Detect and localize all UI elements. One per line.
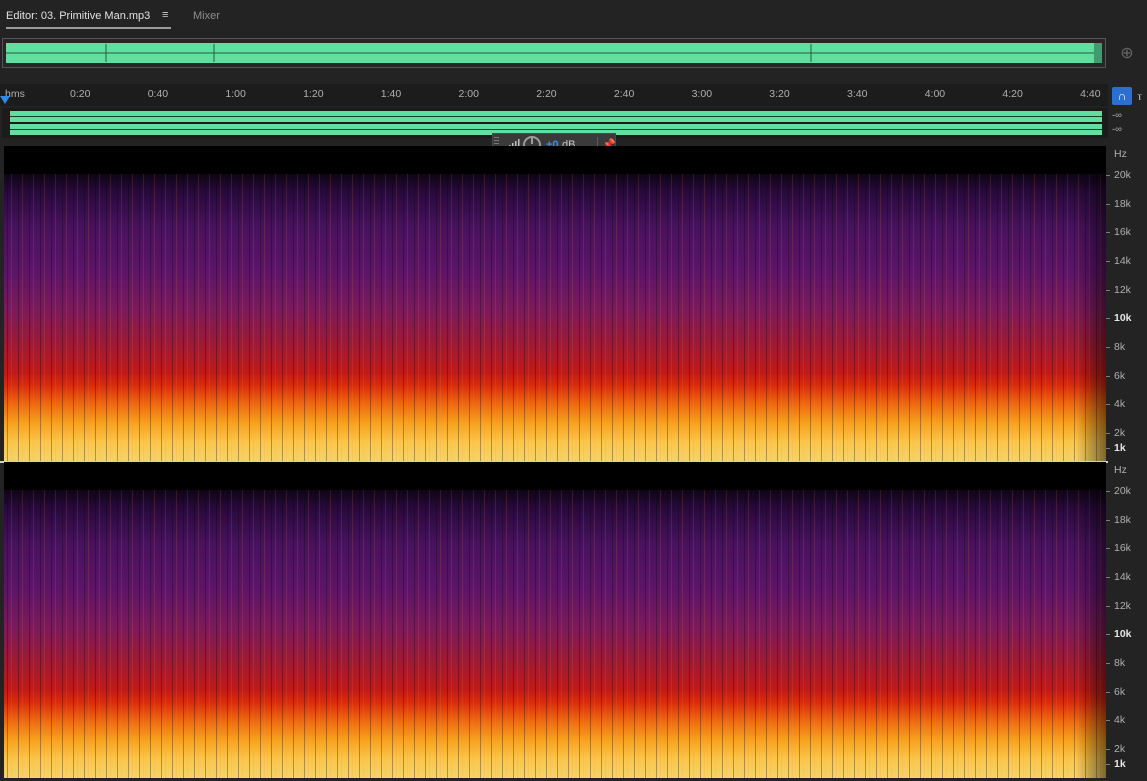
zoom-navigator-icon[interactable]: ⊕ — [1117, 43, 1137, 63]
waveform-channel-left — [10, 111, 1102, 122]
frequency-axis-unit: Hz — [1114, 464, 1127, 476]
ruler-tick-label: 1:40 — [380, 88, 402, 100]
active-tab-indicator — [6, 27, 171, 29]
frequency-tick-label: 20k — [1114, 485, 1131, 497]
frequency-tick-label: 1k — [1114, 758, 1126, 770]
frequency-tick-mark — [1106, 404, 1110, 405]
playhead-icon[interactable] — [0, 96, 10, 104]
hamburger-menu-icon[interactable]: ≡ — [162, 10, 172, 21]
frequency-tick-label: 12k — [1114, 284, 1131, 296]
frequency-tick-mark — [1106, 204, 1110, 205]
frequency-tick-mark — [1106, 520, 1110, 521]
tab-mixer[interactable]: Mixer — [193, 10, 220, 22]
frequency-axis-unit: Hz — [1114, 148, 1127, 160]
frequency-tick-mark — [1106, 606, 1110, 607]
frequency-axis-right — [1108, 462, 1147, 778]
frequency-tick-label: 8k — [1114, 341, 1126, 353]
frequency-axis-left — [1108, 146, 1147, 461]
ruler-tick-label: 3:40 — [847, 88, 868, 100]
frequency-tick-mark — [1106, 376, 1110, 377]
frequency-tick-label: 16k — [1114, 226, 1131, 238]
frequency-tick-label: 18k — [1114, 514, 1131, 526]
ruler-tick-label: 4:40 — [1080, 88, 1101, 100]
frequency-tick-label: 1k — [1114, 442, 1126, 454]
frequency-tick-mark — [1106, 548, 1110, 549]
spectral-display-left[interactable] — [4, 146, 1106, 461]
frequency-tick-label: 6k — [1114, 370, 1126, 382]
frequency-tick-mark — [1106, 577, 1110, 578]
frequency-tick-label: 8k — [1114, 657, 1126, 669]
frequency-tick-label: 10k — [1114, 312, 1132, 324]
magnet-snap-icon[interactable]: ∩ — [1112, 87, 1132, 105]
channel-level-right: -∞ — [1112, 124, 1122, 135]
frequency-tick-label: 4k — [1114, 714, 1126, 726]
spectral-display-right[interactable] — [4, 462, 1106, 778]
tab-editor[interactable]: Editor: 03. Primitive Man.mp3 — [6, 10, 150, 22]
frequency-tick-mark — [1106, 261, 1110, 262]
frequency-tick-mark — [1106, 175, 1110, 176]
ruler-tick-label: 1:20 — [303, 88, 324, 100]
frequency-tick-label: 10k — [1114, 628, 1132, 640]
ruler-tick-label: 2:20 — [536, 88, 557, 100]
frequency-tick-mark — [1106, 720, 1110, 721]
ruler-tick-label: 1:00 — [225, 88, 246, 100]
frequency-tick-mark — [1106, 692, 1110, 693]
frequency-tick-mark — [1106, 448, 1110, 449]
frequency-tick-mark — [1106, 663, 1110, 664]
channel-level-left: -∞ — [1112, 110, 1122, 121]
frequency-tick-label: 12k — [1114, 600, 1131, 612]
frequency-tick-label: 16k — [1114, 542, 1131, 554]
frequency-tick-label: 2k — [1114, 427, 1126, 439]
frequency-tick-mark — [1106, 491, 1110, 492]
ruler-tick-label: 3:20 — [769, 88, 790, 100]
frequency-tick-mark — [1106, 347, 1110, 348]
frequency-tick-label: 14k — [1114, 255, 1131, 267]
frequency-tick-label: 14k — [1114, 571, 1131, 583]
frequency-tick-mark — [1106, 749, 1110, 750]
ruler-tick-label: 0:20 — [70, 88, 91, 100]
ruler-tick-label: 2:40 — [613, 88, 635, 100]
frequency-tick-label: 4k — [1114, 398, 1126, 410]
overview-waveform — [6, 43, 1102, 63]
frequency-tick-mark — [1106, 318, 1110, 319]
frequency-tick-mark — [1106, 232, 1110, 233]
frequency-tick-label: 18k — [1114, 198, 1131, 210]
ruler-tick-label: 4:00 — [924, 88, 946, 100]
ruler-tick-label: 0:40 — [147, 88, 169, 100]
ruler-tick-label: 2:00 — [458, 88, 479, 100]
tab-bar — [0, 0, 1147, 34]
ruler-tick-label: 3:00 — [691, 88, 713, 100]
frequency-tick-mark — [1106, 433, 1110, 434]
frequency-tick-label: 6k — [1114, 686, 1126, 698]
frequency-tick-label: 20k — [1114, 169, 1131, 181]
marker-icon[interactable]: ⲧ — [1137, 87, 1147, 105]
frequency-tick-label: 2k — [1114, 743, 1126, 755]
frequency-tick-mark — [1106, 290, 1110, 291]
ruler-tick-label: 4:20 — [1002, 88, 1023, 100]
frequency-tick-mark — [1106, 764, 1110, 765]
frequency-tick-mark — [1106, 634, 1110, 635]
